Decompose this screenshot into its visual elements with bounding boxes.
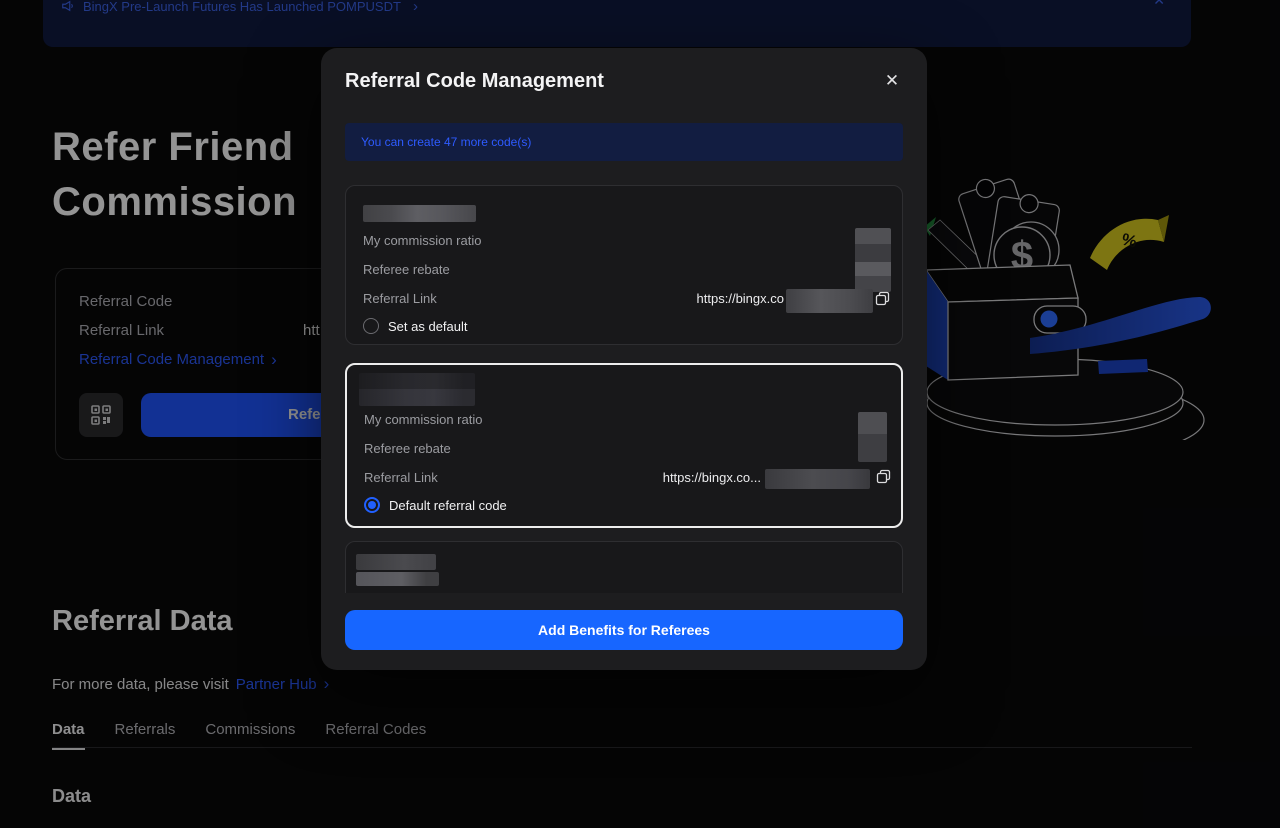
referee-rebate-label: Referee rebate <box>363 261 450 279</box>
default-referral-label: Default referral code <box>389 498 507 513</box>
referral-code-management-modal: Referral Code Management ✕ You can creat… <box>321 48 927 670</box>
redacted-values <box>855 228 891 292</box>
redacted-link <box>765 469 870 489</box>
referral-link-value: https://bingx.co <box>697 290 784 308</box>
modal-title: Referral Code Management <box>345 70 604 93</box>
redacted-code-name <box>359 373 475 406</box>
add-benefits-button[interactable]: Add Benefits for Referees <box>345 610 903 650</box>
referral-link-label: Referral Link <box>363 290 437 308</box>
referral-code-list: My commission ratio Referee rebate Refer… <box>345 185 903 593</box>
close-icon[interactable]: ✕ <box>879 68 905 94</box>
redacted-code-name <box>363 205 476 222</box>
referee-rebate-label: Referee rebate <box>364 440 451 458</box>
default-radio-selected[interactable] <box>364 497 380 513</box>
redacted-link <box>786 289 873 313</box>
set-default-radio[interactable] <box>363 318 379 334</box>
redacted-code-name <box>356 554 436 570</box>
redacted-values <box>858 412 887 462</box>
commission-ratio-label: My commission ratio <box>364 411 482 429</box>
copy-icon[interactable] <box>876 469 891 484</box>
referral-code-item[interactable] <box>345 541 903 593</box>
referral-link-value: https://bingx.co... <box>663 469 761 487</box>
redacted-code-name <box>356 572 439 586</box>
referral-link-label: Referral Link <box>364 469 438 487</box>
codes-remaining-notice: You can create 47 more code(s) <box>345 123 903 161</box>
referral-code-item[interactable]: My commission ratio Referee rebate Refer… <box>345 185 903 345</box>
set-default-label: Set as default <box>388 319 468 334</box>
commission-ratio-label: My commission ratio <box>363 232 481 250</box>
copy-icon[interactable] <box>875 291 890 306</box>
referral-code-item-selected[interactable]: My commission ratio Referee rebate Refer… <box>345 363 903 528</box>
